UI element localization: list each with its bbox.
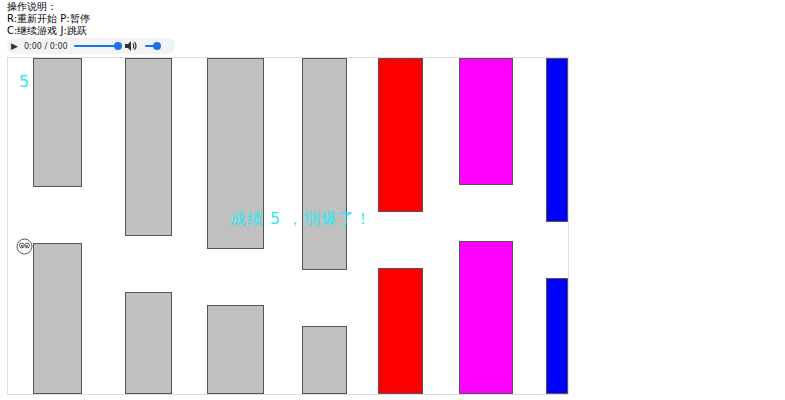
- instructions-line: C:继续游戏 J:跳跃: [7, 25, 778, 37]
- game-over-message: 成绩 5 ，弱爆了！: [230, 209, 372, 230]
- top-pipe: [125, 58, 172, 236]
- instructions: 操作说明： R:重新开始 P:暂停C:继续游戏 J:跳跃: [7, 1, 778, 37]
- bottom-pipe: [207, 305, 264, 394]
- play-button[interactable]: ▶: [11, 41, 18, 51]
- instructions-title: 操作说明：: [7, 1, 778, 13]
- top-pipe: [378, 58, 423, 212]
- bottom-pipe: [125, 292, 172, 394]
- score: 5: [19, 72, 29, 91]
- instructions-line: R:重新开始 P:暂停: [7, 13, 778, 25]
- top-pipe: [33, 58, 82, 187]
- top-pipe: [302, 58, 347, 270]
- bird-icon: [16, 238, 33, 255]
- game-canvas[interactable]: 5 成绩 5 ，弱爆了！: [7, 57, 569, 395]
- audio-time: 0:00 / 0:00: [24, 42, 68, 51]
- bottom-pipe: [546, 278, 568, 394]
- volume-slider[interactable]: [145, 45, 157, 47]
- volume-icon[interactable]: [124, 40, 137, 52]
- page: 操作说明： R:重新开始 P:暂停C:继续游戏 J:跳跃 ▶ 0:00 / 0:…: [0, 0, 785, 395]
- bottom-pipe: [302, 326, 347, 394]
- bottom-pipe: [459, 241, 513, 394]
- audio-player: ▶ 0:00 / 0:00: [7, 38, 175, 54]
- bottom-pipe: [33, 243, 82, 394]
- seek-slider[interactable]: [74, 45, 118, 47]
- top-pipe: [459, 58, 513, 185]
- bottom-pipe: [378, 268, 423, 394]
- top-pipe: [546, 58, 568, 222]
